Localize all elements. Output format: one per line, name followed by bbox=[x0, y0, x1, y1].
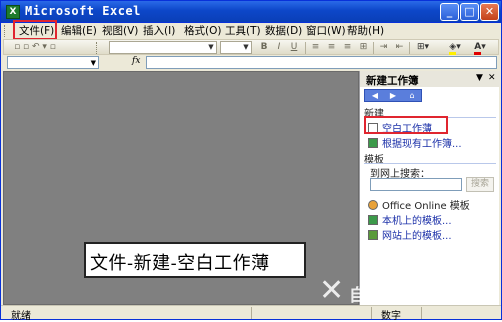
home-icon[interactable]: ⌂ bbox=[405, 91, 419, 101]
back-icon[interactable]: ◀ bbox=[368, 91, 382, 101]
fx-icon[interactable]: fx bbox=[132, 56, 140, 66]
watermark-text: 自由互联 bbox=[349, 286, 429, 306]
borders-icon[interactable]: ⊞▾ bbox=[412, 41, 434, 54]
underline-button[interactable]: U bbox=[288, 41, 300, 54]
menu-view[interactable]: 视图(V) bbox=[102, 24, 138, 38]
maximize-button[interactable]: □ bbox=[460, 3, 479, 21]
name-box[interactable]: ▼ bbox=[7, 56, 99, 69]
menu-insert[interactable]: 插入(I) bbox=[143, 24, 175, 38]
forward-icon[interactable]: ▶ bbox=[386, 91, 400, 101]
web-templates-link[interactable]: 网站上的模板... bbox=[368, 227, 452, 242]
excel-app-icon[interactable]: X bbox=[6, 5, 20, 19]
chevron-down-icon[interactable]: ▼ bbox=[242, 43, 250, 52]
local-templates-link[interactable]: 本机上的模板... bbox=[368, 212, 452, 227]
menu-tools[interactable]: 工具(T) bbox=[225, 24, 261, 38]
menu-help[interactable]: 帮助(H) bbox=[347, 24, 384, 38]
chevron-down-icon[interactable]: ▼ bbox=[91, 57, 96, 69]
menu-data[interactable]: 数据(D) bbox=[265, 24, 302, 38]
excel-window: X Microsoft Excel _ □ ✕ 文件(F) 编辑(E) 视图(V… bbox=[0, 0, 502, 322]
office-online-icon bbox=[368, 200, 378, 210]
minimize-button[interactable]: _ bbox=[440, 3, 459, 21]
disabled-toolbar-icons: ▫ ▫ ↶ ▾ ▫ bbox=[14, 42, 56, 52]
menu-window[interactable]: 窗口(W) bbox=[306, 24, 346, 38]
toolbar-separator bbox=[373, 42, 374, 54]
menu-edit[interactable]: 编辑(E) bbox=[61, 24, 97, 38]
workbook-area: 文件-新建-空白工作薄 bbox=[3, 71, 359, 305]
task-pane-close-icon[interactable]: ✕ bbox=[488, 73, 496, 83]
status-divider bbox=[421, 307, 422, 319]
window-title: Microsoft Excel bbox=[25, 4, 141, 18]
fill-color-icon[interactable]: ◈▾ bbox=[444, 41, 466, 55]
italic-button[interactable]: I bbox=[273, 41, 285, 54]
formatting-toolbar: ▫ ▫ ↶ ▾ ▫ ▼ ▼ B I U ≡ ≡ ≡ ⊞ ⇥ ⇤ ⊞▾ ◈▾ A▾ bbox=[3, 39, 499, 55]
formula-input[interactable] bbox=[146, 56, 497, 69]
site-watermark: ✕ 自由互联 bbox=[319, 273, 499, 308]
chevron-down-icon[interactable]: ▼ bbox=[207, 43, 215, 52]
toolbar-separator bbox=[305, 42, 306, 54]
from-existing-label: 根据现有工作簿... bbox=[382, 139, 462, 150]
file-menu-highlight bbox=[13, 20, 57, 40]
web-templates-label: 网站上的模板... bbox=[382, 231, 452, 242]
merge-center-icon[interactable]: ⊞ bbox=[357, 41, 370, 54]
formula-bar: ▼ fx bbox=[3, 56, 499, 70]
menu-format[interactable]: 格式(O) bbox=[184, 24, 221, 38]
watermark-logo-icon: ✕ bbox=[319, 273, 345, 308]
align-left-icon[interactable]: ≡ bbox=[309, 41, 322, 54]
caption-box: 文件-新建-空白工作薄 bbox=[84, 242, 306, 278]
title-bar[interactable]: X Microsoft Excel _ □ ✕ bbox=[1, 1, 501, 23]
font-color-icon[interactable]: A▾ bbox=[469, 41, 491, 55]
menu-bar: 文件(F) 编辑(E) 视图(V) 插入(I) 格式(O) 工具(T) 数据(D… bbox=[1, 20, 501, 40]
caption-text: 文件-新建-空白工作薄 bbox=[90, 253, 270, 274]
status-divider bbox=[251, 307, 252, 319]
section-divider bbox=[364, 163, 496, 164]
office-online-label: Office Online 模板 bbox=[382, 201, 470, 212]
from-existing-link[interactable]: 根据现有工作簿... bbox=[368, 135, 462, 150]
workbook-icon bbox=[368, 138, 378, 148]
toolbar-separator bbox=[409, 42, 410, 54]
indent-icon[interactable]: ⇥ bbox=[377, 41, 390, 54]
office-online-link[interactable]: Office Online 模板 bbox=[368, 197, 470, 212]
outdent-icon[interactable]: ⇤ bbox=[393, 41, 406, 54]
task-pane-title: 新建工作簿 bbox=[366, 75, 419, 87]
workbook-icon bbox=[368, 215, 378, 225]
font-size-combo[interactable]: ▼ bbox=[220, 41, 252, 54]
task-pane-nav: ◀ ▶ ⌂ bbox=[364, 89, 422, 102]
task-pane-header: 新建工作簿 ▼ ✕ bbox=[360, 71, 500, 87]
template-search-input[interactable] bbox=[370, 178, 462, 191]
bold-button[interactable]: B bbox=[258, 41, 270, 54]
toolbar-grip[interactable] bbox=[96, 42, 99, 54]
menu-grip[interactable] bbox=[4, 25, 7, 37]
web-icon bbox=[368, 230, 378, 240]
align-center-icon[interactable]: ≡ bbox=[325, 41, 338, 54]
font-name-combo[interactable]: ▼ bbox=[109, 41, 217, 54]
task-pane-menu-icon[interactable]: ▼ bbox=[476, 73, 483, 83]
close-button[interactable]: ✕ bbox=[480, 3, 499, 21]
align-right-icon[interactable]: ≡ bbox=[341, 41, 354, 54]
status-bar: 就绪 数字 bbox=[1, 305, 501, 322]
search-button[interactable]: 搜索 bbox=[466, 177, 494, 192]
blank-workbook-highlight bbox=[364, 116, 448, 134]
status-divider bbox=[371, 307, 372, 319]
new-workbook-task-pane: 新建工作簿 ▼ ✕ ◀ ▶ ⌂ 新建 空白工作薄 根据现有工作簿... 模板 到… bbox=[359, 71, 500, 305]
local-templates-label: 本机上的模板... bbox=[382, 216, 452, 227]
